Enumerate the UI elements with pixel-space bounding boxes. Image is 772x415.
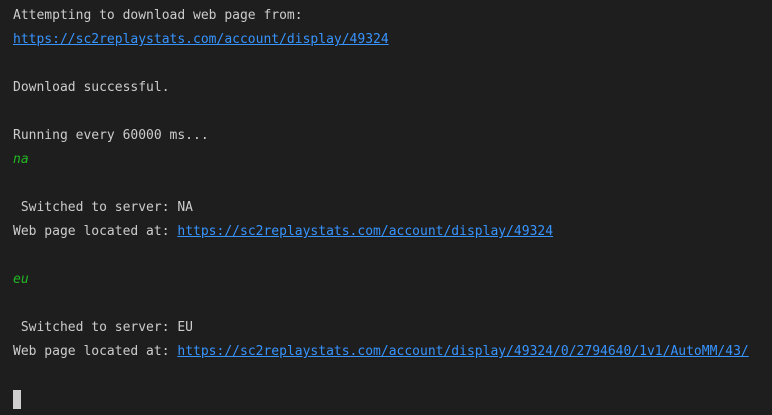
switched-na-line: Switched to server: NA <box>13 196 772 220</box>
download-line: Download successful. <box>13 76 772 100</box>
switched-eu-text: Switched to server: EU <box>13 320 194 335</box>
located-label-eu: Web page located at: <box>13 344 178 359</box>
located-na-line: Web page located at: https://sc2replayst… <box>13 220 772 244</box>
eu-url-link[interactable]: https://sc2replaystats.com/account/displ… <box>177 344 748 359</box>
initial-url-link[interactable]: https://sc2replaystats.com/account/displ… <box>13 32 389 47</box>
located-label-na: Web page located at: <box>13 224 178 239</box>
attempting-line: Attempting to download web page from: <box>13 4 772 28</box>
terminal-output[interactable]: Attempting to download web page from: ht… <box>0 0 772 415</box>
running-text: Running every 60000 ms... <box>13 128 209 143</box>
region-eu-text: eu <box>13 272 29 287</box>
located-eu-line: Web page located at: https://sc2replayst… <box>13 340 772 364</box>
region-na-text: na <box>13 152 29 167</box>
switched-eu-line: Switched to server: EU <box>13 316 772 340</box>
url-line: https://sc2replaystats.com/account/displ… <box>13 28 772 52</box>
cursor-line[interactable] <box>13 388 772 412</box>
attempting-text: Attempting to download web page from: <box>13 8 303 23</box>
region-eu-line: eu <box>13 268 772 292</box>
download-success-text: Download successful. <box>13 80 170 95</box>
switched-na-text: Switched to server: NA <box>13 200 194 215</box>
terminal-cursor <box>13 390 21 409</box>
na-url-link[interactable]: https://sc2replaystats.com/account/displ… <box>177 224 553 239</box>
running-line: Running every 60000 ms... <box>13 124 772 148</box>
region-na-line: na <box>13 148 772 172</box>
